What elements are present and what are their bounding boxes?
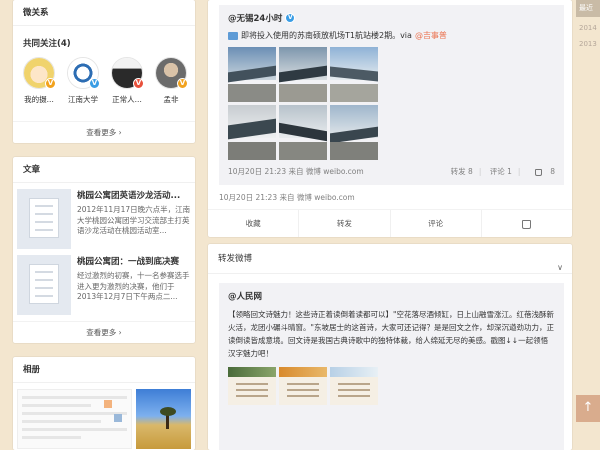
verified-badge-icon: V [285, 13, 296, 23]
image-grid [228, 47, 555, 160]
avatar[interactable]: V [155, 57, 188, 89]
post-image[interactable] [228, 105, 276, 160]
timeline-year[interactable]: 2014 [579, 24, 597, 32]
verified-badge-icon: V [177, 78, 188, 89]
verified-badge-icon: V [45, 78, 56, 89]
post-image[interactable] [228, 47, 276, 102]
verified-badge-icon: V [133, 78, 144, 89]
friend-item[interactable]: V 正常人... [109, 57, 145, 105]
friends-card-title: 微关系 [13, 0, 195, 26]
verified-badge-icon: V [89, 78, 100, 89]
reposted-weibo: @人民网 【领略回文诗魅力！这些诗正着读倒着读都可以】"空花落尽酒倾缸，日上山融… [219, 283, 564, 450]
avatar-list: V 我的摄... V 江南大学 V 正常人... V 孟非 [13, 49, 195, 105]
post-timestamp: 10月20日 21:23 来自 微博 weibo.com [219, 193, 355, 202]
article-title[interactable]: 桃园公寓团英语沙龙活动... [77, 189, 191, 201]
article-item[interactable]: 桃园公寓团：一战到底决赛 经过激烈的初赛，十一名参赛选手进入更为激烈的决赛，他们… [13, 249, 195, 315]
quoted-weibo: @无锡24小时 V 即将投入使用的苏南硕放机场T1航站楼2期。via @吉事普 1… [219, 5, 564, 185]
thumbs-up-icon [522, 219, 532, 229]
repost-card-title: 转发微博 [218, 254, 253, 264]
repost-author-link[interactable]: @人民网 [228, 290, 262, 302]
timeline-year[interactable]: 2013 [579, 40, 597, 48]
repost-card: 转发微博 ∨ @人民网 【领略回文诗魅力！这些诗正着读倒着读都可以】"空花落尽酒… [208, 244, 572, 450]
photo-list [13, 383, 195, 449]
avatar[interactable]: V [23, 57, 56, 89]
back-to-top-button[interactable]: ↑ [576, 395, 600, 422]
photo-icon [228, 31, 238, 40]
friend-item[interactable]: V 我的摄... [21, 57, 57, 105]
album-photo[interactable] [17, 389, 133, 449]
timeline-latest-tab[interactable]: 最近 [576, 0, 600, 17]
document-icon [29, 264, 59, 304]
post-image[interactable] [330, 105, 378, 160]
image-grid [228, 367, 555, 405]
post-image[interactable] [279, 367, 327, 405]
friend-name[interactable]: 江南大学 [65, 94, 101, 105]
quoted-text: 即将投入使用的苏南硕放机场T1航站楼2期。via [241, 31, 412, 40]
like-button[interactable] [480, 210, 572, 237]
post-action-bar: 收藏 转发 评论 [208, 209, 572, 237]
friend-item[interactable]: V 江南大学 [65, 57, 101, 105]
article-item[interactable]: 桃园公寓团英语沙龙活动... 2012年11月17日晚六点半，江南大学桃园公寓团… [13, 183, 195, 249]
article-thumbnail[interactable] [17, 255, 71, 315]
comment-button[interactable]: 评论 [389, 210, 481, 237]
favorite-button[interactable]: 收藏 [208, 210, 298, 237]
article-summary: 2012年11月17日晚六点半，江南大学桃园公寓团学习交流部主打英语沙龙活动在桃… [77, 205, 191, 235]
post-image[interactable] [330, 47, 378, 102]
friend-name[interactable]: 我的摄... [21, 94, 57, 105]
photos-card: 相册 [13, 357, 195, 450]
photos-card-title: 相册 [13, 357, 195, 383]
friends-card: 微关系 共同关注(4) V 我的摄... V 江南大学 V 正常人... V 孟… [13, 0, 195, 143]
friend-name[interactable]: 正常人... [109, 94, 145, 105]
quoted-like-count: 8 [550, 167, 555, 176]
avatar[interactable]: V [67, 57, 100, 89]
quoted-author-link[interactable]: @无锡24小时 [228, 12, 282, 24]
post-image[interactable] [228, 367, 276, 405]
quoted-repost-link[interactable]: 转发 8 [451, 167, 473, 176]
timeline-rail: 最近 2014 2013 ↑ [576, 0, 600, 450]
quoted-comment-link[interactable]: 评论 1 [490, 167, 512, 176]
article-summary: 经过激烈的初赛，十一名参赛选手进入更为激烈的决赛，他们于2013年12月7日下午… [77, 271, 190, 301]
articles-card-title: 文章 [13, 157, 195, 183]
article-thumbnail[interactable] [17, 189, 71, 249]
repost-button[interactable]: 转发 [298, 210, 389, 237]
thumbs-up-icon [534, 168, 542, 176]
post-image[interactable] [279, 47, 327, 102]
mention-link[interactable]: @吉事普 [415, 30, 447, 41]
friend-item[interactable]: V 孟非 [153, 57, 189, 105]
quoted-timestamp: 10月20日 21:23 来自 微博 weibo.com [228, 167, 364, 176]
article-title[interactable]: 桃园公寓团：一战到底决赛 [77, 255, 191, 267]
quoted-like-button[interactable]: 8 [529, 167, 555, 176]
post-image[interactable] [330, 367, 378, 405]
album-photo[interactable] [136, 389, 191, 449]
repost-topic-tag: 【领略回文诗魅力！这些诗正着读倒着读都可以】 [228, 310, 393, 319]
weibo-post-card: @无锡24小时 V 即将投入使用的苏南硕放机场T1航站楼2期。via @吉事普 1… [208, 0, 572, 237]
articles-card: 文章 桃园公寓团英语沙龙活动... 2012年11月17日晚六点半，江南大学桃园… [13, 157, 195, 343]
articles-more-link[interactable]: 查看更多 › [13, 321, 195, 343]
arrow-up-icon: ↑ [582, 400, 594, 415]
avatar[interactable]: V [111, 57, 144, 89]
post-image[interactable] [279, 105, 327, 160]
friend-name[interactable]: 孟非 [153, 94, 189, 105]
common-follow-label[interactable]: 共同关注(4) [13, 26, 195, 49]
document-icon [29, 198, 59, 238]
chevron-down-icon[interactable]: ∨ [557, 253, 563, 283]
friends-more-link[interactable]: 查看更多 › [13, 121, 195, 143]
